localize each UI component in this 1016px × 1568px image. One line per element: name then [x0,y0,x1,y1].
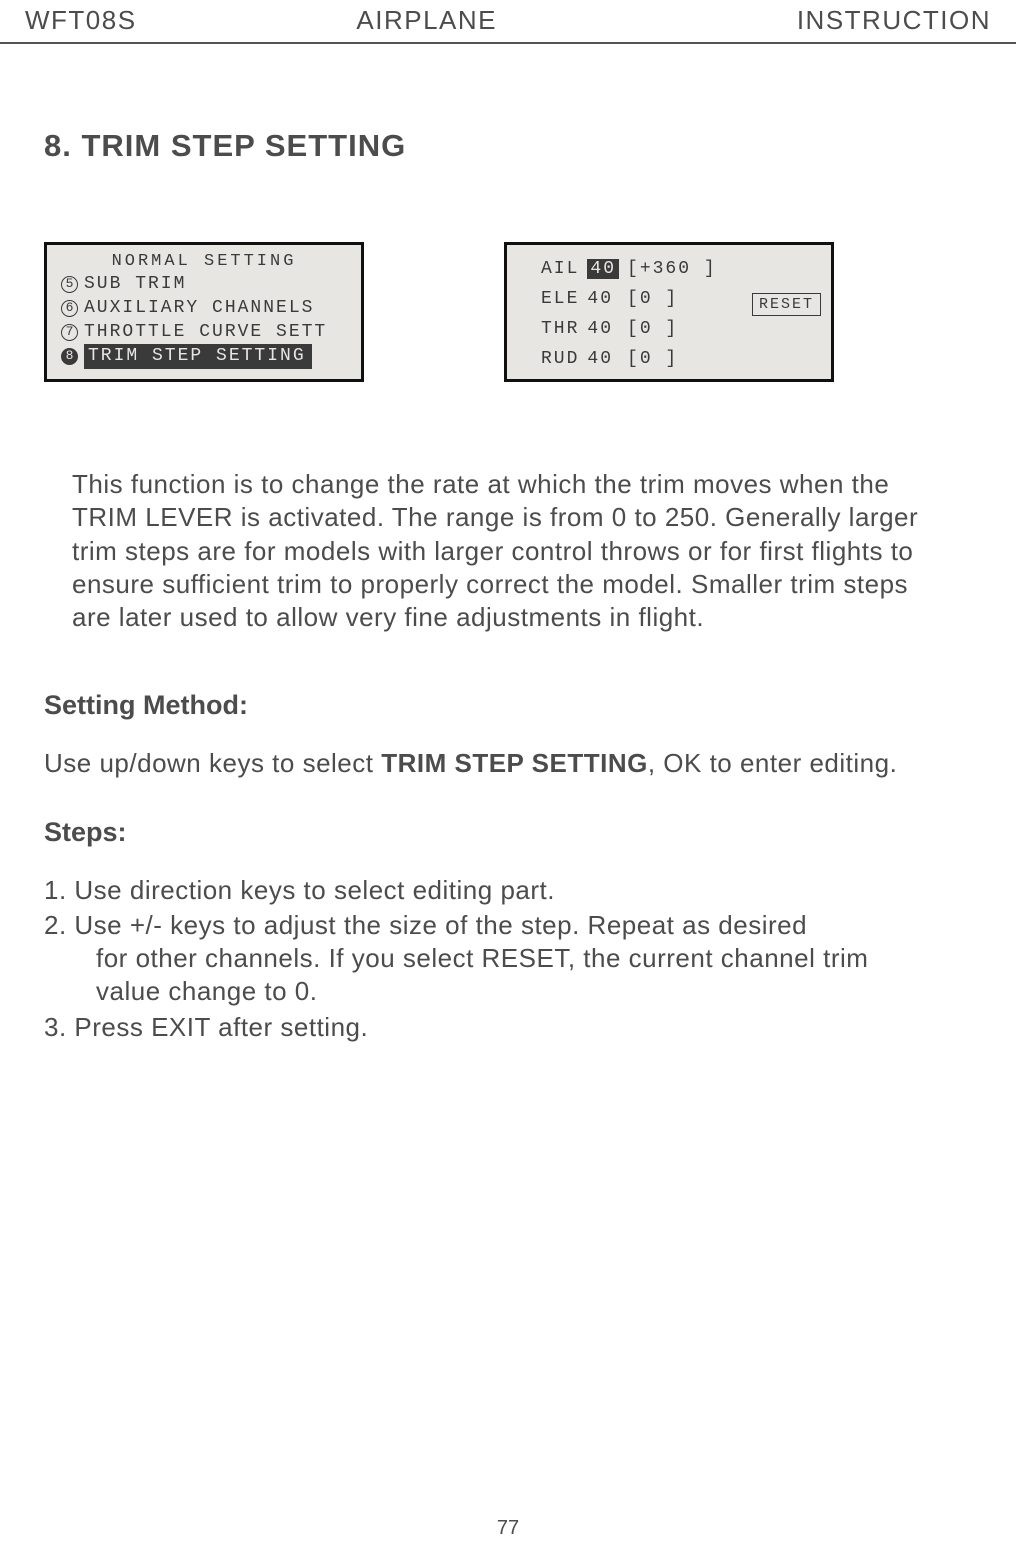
lcd-screens-row: NORMAL SETTING 5 SUB TRIM 6 AUXILIARY CH… [44,242,1016,382]
step-2-line1: 2. Use +/- keys to adjust the size of th… [44,910,807,940]
menu-label: SUB TRIM [84,273,186,296]
trim-values-table: AIL 40 [+360 ] ELE 40 [0 ] THR 40 [0 ] R… [539,253,725,375]
trim-row-ail: AIL 40 [+360 ] [541,255,723,283]
step-value: 40 [587,315,625,343]
step-value: 40 [587,345,625,373]
header-right: INSTRUCTION [797,5,991,36]
setting-method-text: Use up/down keys to select TRIM STEP SET… [44,747,968,780]
section-title: 8. TRIM STEP SETTING [44,128,1016,164]
step-1: 1. Use direction keys to select editing … [44,874,968,907]
menu-item-subtrim: 5 SUB TRIM [61,272,361,296]
trim-value: [0 ] [627,345,723,373]
menu-label: THROTTLE CURVE SETT [84,321,327,344]
steps-list: 1. Use direction keys to select editing … [44,874,968,1044]
trim-value: [0 ] [627,285,723,313]
menu-label: AUXILIARY CHANNELS [84,297,314,320]
header-left: WFT08S [25,5,137,36]
step-value-selected: 40 [587,259,619,279]
steps-heading: Steps: [44,817,968,848]
page-number: 77 [0,1517,1016,1540]
step-2-line2: for other channels. If you select RESET,… [44,942,968,975]
text-bold: TRIM STEP SETTING [381,748,648,778]
text-post: , OK to enter editing. [648,748,897,778]
trim-row-thr: THR 40 [0 ] [541,315,723,343]
menu-number-icon: 7 [61,324,78,341]
trim-value: [0 ] [627,315,723,343]
lcd-menu-header: NORMAL SETTING [47,251,361,272]
trim-row-ele: ELE 40 [0 ] [541,285,723,313]
step-2: 2. Use +/- keys to adjust the size of th… [44,909,968,1009]
lcd-screen-values: AIL 40 [+360 ] ELE 40 [0 ] THR 40 [0 ] R… [504,242,834,382]
channel-label: RUD [541,345,585,373]
setting-method-heading: Setting Method: [44,690,968,721]
reset-button: RESET [752,293,821,316]
channel-label: AIL [541,255,585,283]
menu-label-selected: TRIM STEP SETTING [84,344,312,369]
page-header: WFT08S AIRPLANE INSTRUCTION [0,0,1016,44]
text-pre: Use up/down keys to select [44,748,381,778]
menu-number-icon: 6 [61,300,78,317]
function-description: This function is to change the rate at w… [72,468,944,634]
menu-item-auxiliary: 6 AUXILIARY CHANNELS [61,296,361,320]
menu-item-trim-step: 8 TRIM STEP SETTING [61,344,361,368]
step-value: 40 [587,285,625,313]
menu-item-throttle-curve: 7 THROTTLE CURVE SETT [61,320,361,344]
lcd-screen-menu: NORMAL SETTING 5 SUB TRIM 6 AUXILIARY CH… [44,242,364,382]
step-2-line3: value change to 0. [44,975,968,1008]
header-center: AIRPLANE [356,5,497,36]
menu-number-icon: 8 [61,348,78,365]
trim-value: [+360 ] [627,255,723,283]
channel-label: ELE [541,285,585,313]
channel-label: THR [541,315,585,343]
menu-number-icon: 5 [61,276,78,293]
trim-row-rud: RUD 40 [0 ] [541,345,723,373]
step-3: 3. Press EXIT after setting. [44,1011,968,1044]
